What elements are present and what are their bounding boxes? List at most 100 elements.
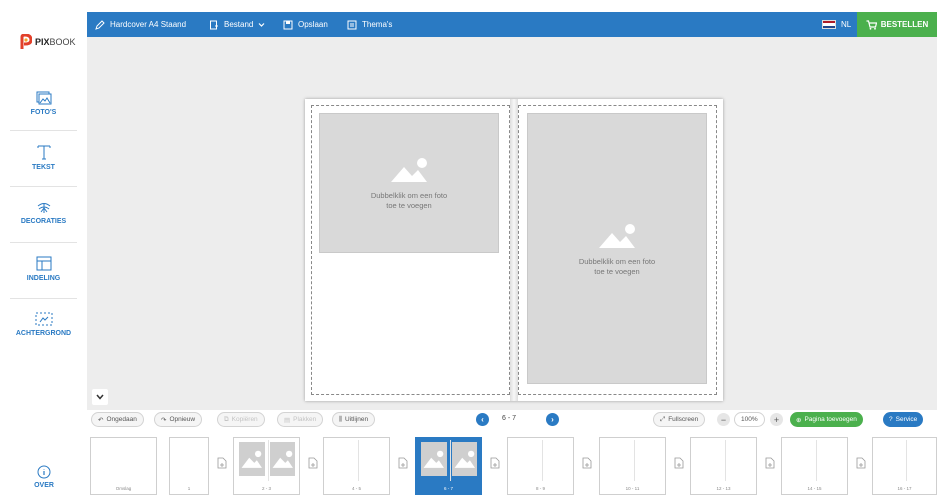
zoom-in-button[interactable]: + <box>770 413 783 426</box>
about-button[interactable]: OVER <box>14 465 74 489</box>
decorations-icon <box>37 203 50 213</box>
pixbook-logo[interactable]: PIXBOOK <box>20 34 76 50</box>
page-strip: Omslag 1 2 - 3 4 - 5 6 - 7 8 - 9 10 - 11 12 - 1… <box>87 430 937 501</box>
sidebar-item-label: ACHTERGROND <box>15 330 72 337</box>
insert-page-icon[interactable] <box>308 457 318 469</box>
pixbook-logo-icon <box>20 34 32 49</box>
thumbnail-page-divider <box>267 440 269 481</box>
sidebar-divider <box>10 298 77 299</box>
fullscreen-label: Fullscreen <box>668 416 699 423</box>
pencil-icon <box>95 19 105 30</box>
product-selector[interactable]: Hardcover A4 Staand <box>95 12 186 37</box>
page-thumbnail[interactable]: 4 - 5 <box>323 437 390 495</box>
insert-page-icon[interactable] <box>490 457 500 469</box>
thumbnail-photo-placeholder <box>451 442 477 476</box>
photos-icon <box>36 91 51 105</box>
copy-button[interactable]: ⧉ Kopiëren <box>217 412 265 427</box>
insert-page-icon[interactable] <box>674 457 684 469</box>
paste-label: Plakken <box>293 416 317 423</box>
book-spine <box>510 99 518 401</box>
themes-label: Thema's <box>362 20 393 29</box>
image-placeholder-icon <box>241 450 262 468</box>
thumbnail-photo-placeholder <box>269 442 295 476</box>
undo-button[interactable]: ↶ Ongedaan <box>91 412 144 427</box>
page-thumbnail-label: 1 <box>187 486 191 491</box>
placeholder-text: Dubbelklik om een foto <box>578 256 656 266</box>
page-thumbnail[interactable]: 1 <box>169 437 209 495</box>
sidebar-divider <box>10 242 77 243</box>
collapse-strip-button[interactable] <box>92 389 108 405</box>
page-thumbnail[interactable]: 12 - 13 <box>690 437 757 495</box>
save-icon <box>283 20 293 29</box>
zoom-field[interactable]: 100% <box>734 412 765 427</box>
page-thumbnail[interactable]: 14 - 15 <box>781 437 848 495</box>
sidebar-item-label: INDELING <box>26 275 61 282</box>
minus-icon: − <box>720 414 727 425</box>
text-icon <box>37 145 50 160</box>
chevron-left-icon: ‹ <box>481 415 484 424</box>
insert-page-icon[interactable] <box>217 457 227 469</box>
background-icon <box>35 312 52 326</box>
placeholder-text: toe te voegen <box>386 201 432 210</box>
sidebar-divider <box>10 186 77 187</box>
chevron-down-icon <box>96 394 104 400</box>
page-spread: Dubbelklik om een foto toe te voegen Dubb… <box>305 99 723 401</box>
insert-page-icon[interactable] <box>398 457 408 469</box>
plus-icon: + <box>773 414 780 425</box>
photo-placeholder-left[interactable]: Dubbelklik om een foto toe te voegen <box>319 113 499 253</box>
fullscreen-button[interactable]: ⤢ Fullscreen <box>653 412 706 427</box>
page-thumbnail[interactable]: 8 - 9 <box>507 437 574 495</box>
paste-button[interactable]: ▤ Plakken <box>277 412 324 427</box>
page-thumbnail[interactable]: Omslag <box>90 437 157 495</box>
image-placeholder-icon <box>599 223 635 248</box>
page-thumbnail[interactable]: 6 - 7 <box>415 437 482 495</box>
thumbnail-page-divider <box>541 440 543 481</box>
sidebar-item-background[interactable]: ACHTERGROND <box>0 312 87 337</box>
image-placeholder-icon <box>454 450 475 468</box>
page-toolbar: ↶ Ongedaan ↷ Opnieuw ⧉ Kopiëren ▤ Plakken ⫼ U… <box>87 410 937 430</box>
file-menu[interactable]: Bestand <box>209 12 265 37</box>
language-label: NL <box>841 20 852 29</box>
dutch-flag-icon <box>822 20 836 29</box>
save-button[interactable]: Opslaan <box>283 12 328 37</box>
sidebar-item-label: TEKST <box>32 164 55 171</box>
undo-label: Ongedaan <box>106 416 137 423</box>
insert-page-icon[interactable] <box>765 457 775 469</box>
order-button[interactable]: BESTELLEN <box>857 12 937 37</box>
editor-canvas[interactable]: Dubbelklik om een foto toe te voegen Dubb… <box>87 37 937 410</box>
page-thumbnail-label: 16 - 17 <box>897 486 912 491</box>
service-label: Service <box>895 416 918 423</box>
photo-placeholder-right[interactable]: Dubbelklik om een foto toe te voegen <box>527 113 707 384</box>
sidebar-item-decorations[interactable]: DECORATIES <box>0 200 87 225</box>
thumbnail-page-divider <box>633 440 635 481</box>
undo-icon: ↶ <box>98 416 104 424</box>
next-page-button[interactable]: › <box>546 413 559 426</box>
page-thumbnail[interactable]: 16 - 17 <box>872 437 937 495</box>
insert-page-icon[interactable] <box>856 457 866 469</box>
file-icon <box>210 20 218 29</box>
zoom-out-button[interactable]: − <box>717 413 730 426</box>
page-thumbnail-label: 4 - 5 <box>351 486 361 491</box>
file-menu-label: Bestand <box>224 20 254 29</box>
align-button[interactable]: ⫼ Uitlijnen <box>332 412 376 427</box>
add-page-label: Pagina toevoegen <box>804 416 857 423</box>
service-icon: ? <box>889 416 893 423</box>
themes-button[interactable]: Thema's <box>347 12 392 37</box>
service-button[interactable]: ? Service <box>883 412 924 427</box>
page-thumbnail-label: 2 - 3 <box>261 486 271 491</box>
prev-page-button[interactable]: ‹ <box>476 413 489 426</box>
insert-page-icon[interactable] <box>582 457 592 469</box>
sidebar-item-layout[interactable]: INDELING <box>0 256 87 282</box>
sidebar-item-text[interactable]: TEKST <box>0 144 87 171</box>
redo-button[interactable]: ↷ Opnieuw <box>154 412 203 427</box>
page-thumbnail-label: 8 - 9 <box>535 486 545 491</box>
language-selector[interactable]: NL <box>822 12 851 37</box>
page-thumbnail[interactable]: 10 - 11 <box>599 437 666 495</box>
placeholder-text: Dubbelklik om een foto <box>370 191 448 201</box>
page-thumbnail[interactable]: 2 - 3 <box>233 437 300 495</box>
sidebar-item-photos[interactable]: FOTO'S <box>0 91 87 116</box>
add-page-button[interactable]: ⊕ Pagina toevoegen <box>790 412 863 427</box>
align-icon: ⫼ <box>339 415 342 423</box>
themes-icon <box>347 20 357 29</box>
top-bar: Hardcover A4 Staand Bestand Opslaan Them… <box>87 12 937 37</box>
